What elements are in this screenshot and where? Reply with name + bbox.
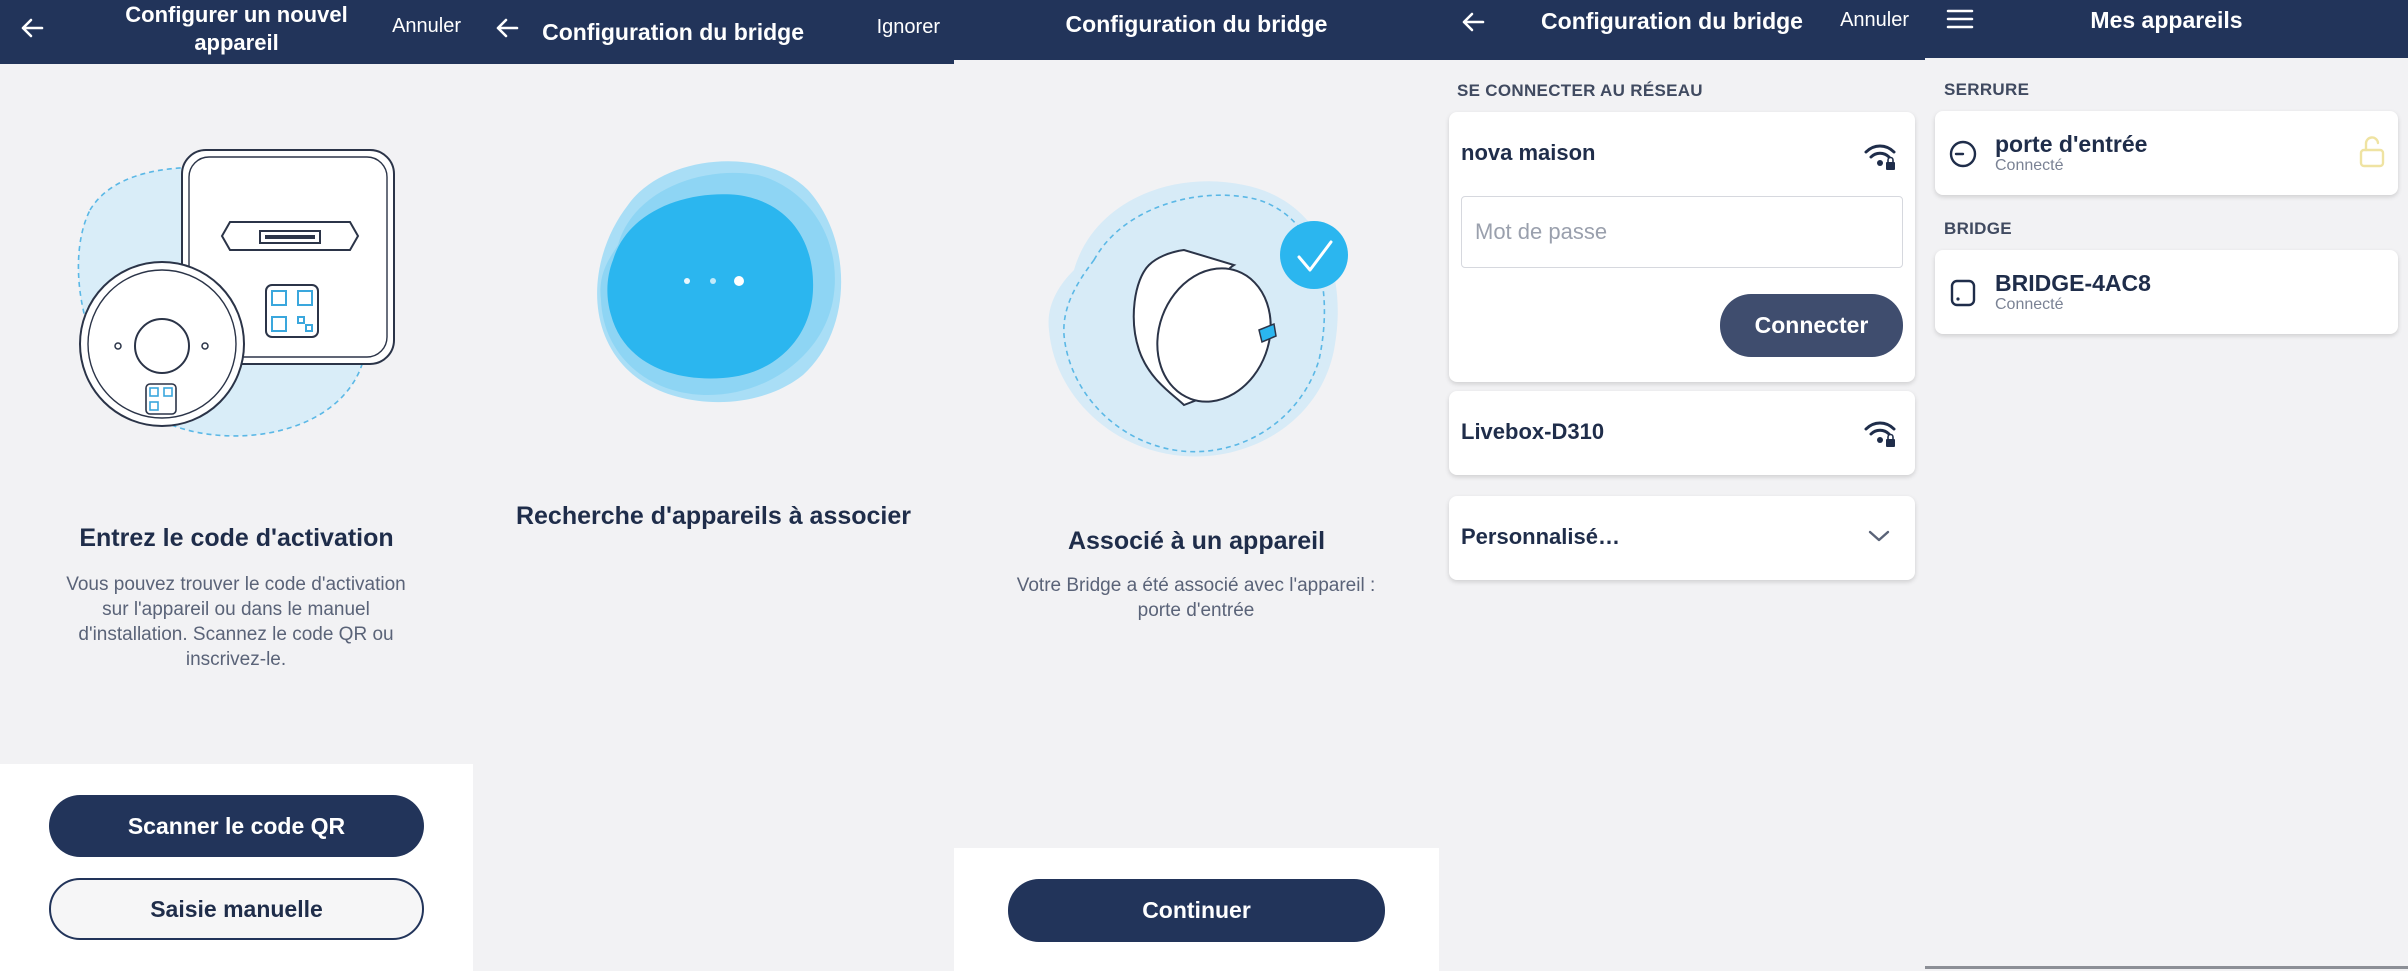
network-card-selected[interactable]: nova maison Mot de passe Connecter xyxy=(1449,112,1915,382)
activation-description: Vous pouvez trouver le code d'activation… xyxy=(66,574,406,670)
lock-associated-illustration xyxy=(1048,181,1348,457)
activation-heading: Entrez le code d'activation xyxy=(79,524,394,552)
bridge-device-icon xyxy=(1950,279,1976,307)
bridge-section-label: BRIDGE xyxy=(1944,219,2012,238)
scan-qr-button[interactable]: Scanner le code QR xyxy=(49,795,424,857)
device-name: BRIDGE-4AC8 xyxy=(1995,270,2151,296)
app-header: Configuration du bridge Ignorer xyxy=(473,0,954,64)
panel-my-devices: Mes appareils SERRURE porte d'entrée Con… xyxy=(1925,0,2408,971)
panel-searching: Configuration du bridge Ignorer Recherch… xyxy=(473,0,954,971)
app-header: Configuration du bridge xyxy=(954,0,1439,60)
qr-device-illustration xyxy=(77,149,395,437)
app-header: Mes appareils xyxy=(1925,0,2408,58)
wifi-lock-icon xyxy=(1864,144,1896,170)
wifi-lock-icon xyxy=(1864,421,1896,447)
chevron-down-icon xyxy=(1868,530,1890,542)
network-name: Livebox-D310 xyxy=(1461,419,1605,444)
lock-section-label: SERRURE xyxy=(1944,80,2030,99)
panel-associated: Configuration du bridge Associé à un app… xyxy=(954,0,1439,971)
app-header: Configurer un nouvel appareil Annuler xyxy=(0,0,473,64)
device-card-lock[interactable]: porte d'entrée Connecté xyxy=(1935,111,2398,195)
device-status: Connecté xyxy=(1995,296,2064,313)
password-placeholder: Mot de passe xyxy=(1475,219,1608,244)
connect-button[interactable]: Connecter xyxy=(1720,294,1903,357)
panel-new-device: Configurer un nouvel appareil Annuler En… xyxy=(0,0,473,971)
network-name: nova maison xyxy=(1461,140,1596,165)
device-status: Connecté xyxy=(1995,157,2064,174)
panel-network: Configuration du bridge Annuler SE CONNE… xyxy=(1439,0,1925,971)
unlocked-padlock-icon[interactable] xyxy=(2357,135,2387,169)
custom-network-card[interactable]: Personnalisé… xyxy=(1449,496,1915,580)
page-title: Configuration du bridge xyxy=(1065,10,1328,37)
network-card[interactable]: Livebox-D310 xyxy=(1449,391,1915,475)
app-header: Configuration du bridge Annuler xyxy=(1439,0,1925,60)
searching-heading: Recherche d'appareils à associer xyxy=(515,502,912,530)
continue-button[interactable]: Continuer xyxy=(1008,879,1385,942)
page-title: Configuration du bridge xyxy=(542,18,804,45)
lock-device-icon xyxy=(1949,140,1977,168)
cancel-button[interactable]: Annuler xyxy=(1840,9,1909,32)
screenshot-strip: Configurer un nouvel appareil Annuler En… xyxy=(0,0,2408,971)
page-title: Configuration du bridge xyxy=(1541,7,1803,34)
network-section-label: SE CONNECTER AU RÉSEAU xyxy=(1457,81,1703,100)
cancel-button[interactable]: Annuler xyxy=(392,15,461,38)
associated-heading: Associé à un appareil xyxy=(1067,527,1326,555)
page-title: Mes appareils xyxy=(2090,6,2243,33)
device-card-bridge[interactable]: BRIDGE-4AC8 Connecté xyxy=(1935,250,2398,334)
password-field[interactable]: Mot de passe xyxy=(1461,196,1903,268)
page-title: Configurer un nouvel appareil xyxy=(125,2,348,55)
arrow-left-icon[interactable] xyxy=(18,14,46,42)
device-name: porte d'entrée xyxy=(1995,131,2148,157)
bottom-divider xyxy=(1925,966,2408,969)
custom-network-label: Personnalisé… xyxy=(1461,524,1620,549)
searching-blob-illustration xyxy=(597,161,842,403)
associated-description: Votre Bridge a été associé avec l'appare… xyxy=(1016,575,1376,621)
skip-button[interactable]: Ignorer xyxy=(877,16,940,39)
manual-entry-button[interactable]: Saisie manuelle xyxy=(49,878,424,940)
